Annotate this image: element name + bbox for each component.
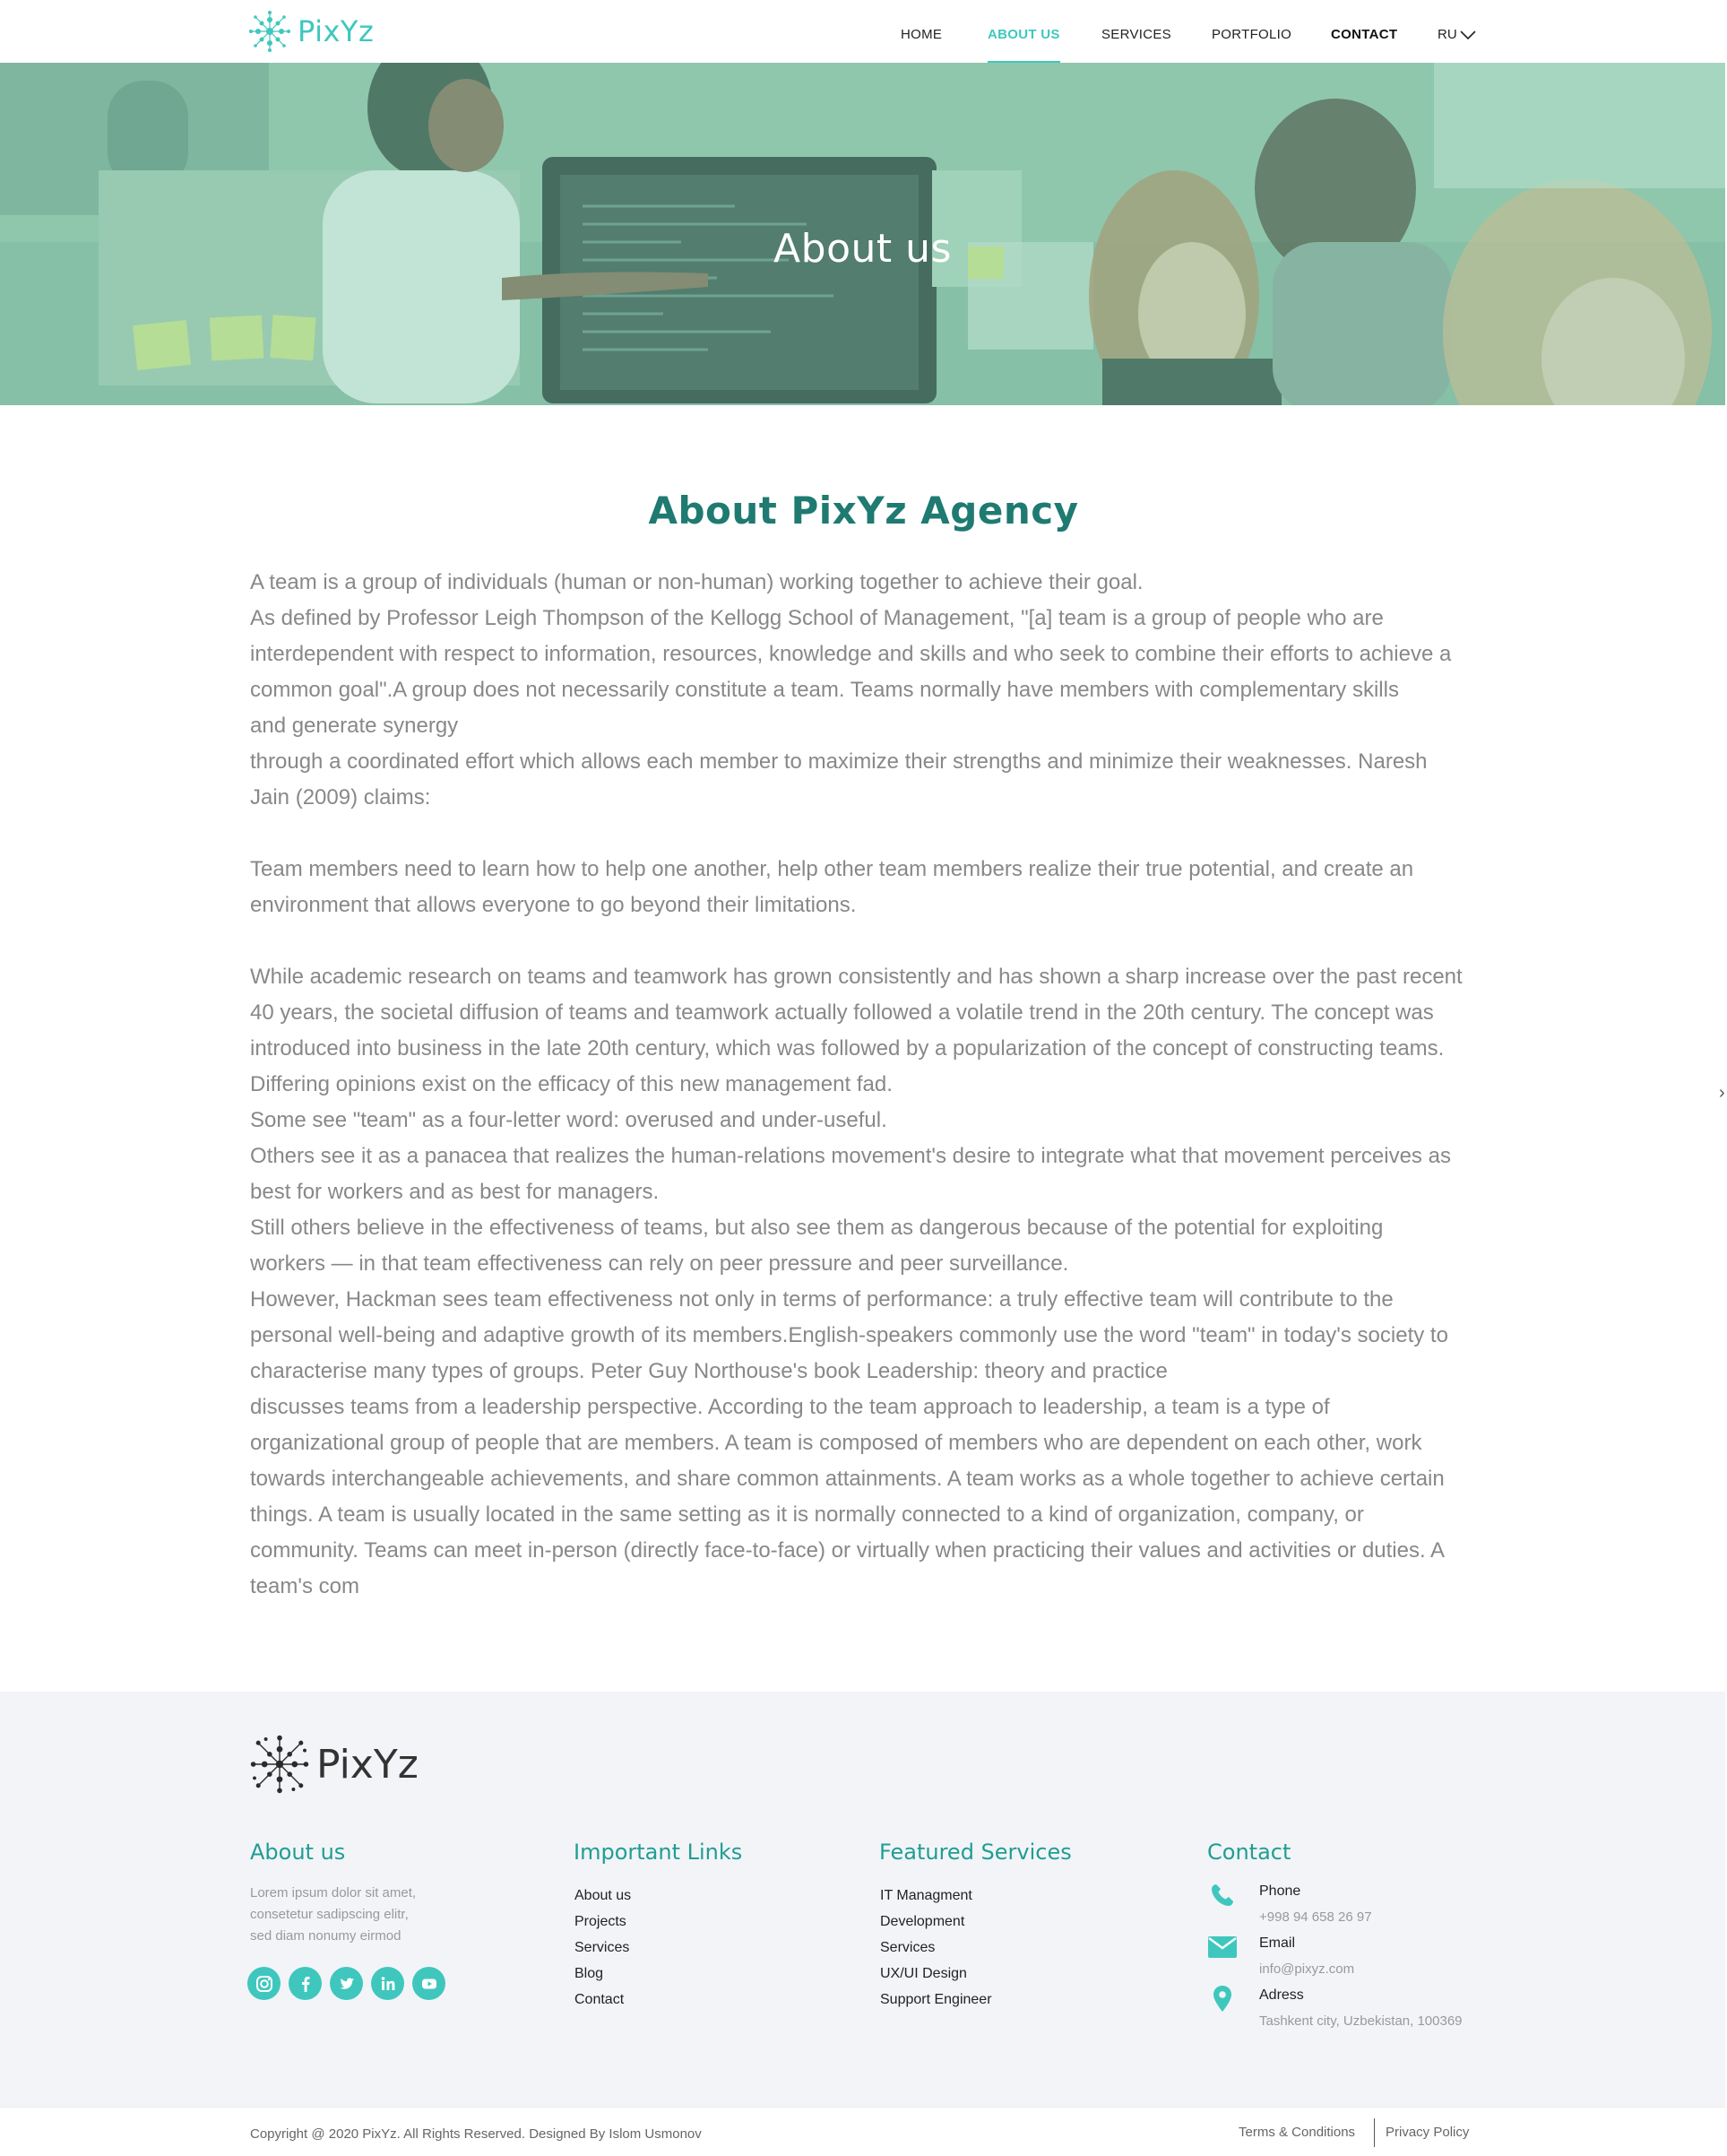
article-line: Still others believe in the effectivenes…: [250, 1216, 1384, 1240]
facebook-icon[interactable]: [289, 1967, 322, 2000]
article-line: introduced into business in the late 20t…: [250, 1036, 1445, 1061]
contact-address-value: Tashkent city, Uzbekistan, 100369: [1259, 2013, 1463, 2029]
footer-services-list: IT Managment Development Services UX/UI …: [880, 1883, 992, 2013]
footer-service-ux-ui-design[interactable]: UX/UI Design: [880, 1961, 992, 1987]
footer-about-title: About us: [250, 1840, 346, 1865]
nav-portfolio[interactable]: PORTFOLIO: [1212, 27, 1291, 42]
article-line: common goal".A group does not necessaril…: [250, 678, 1399, 702]
article-line: towards interchangeable achievements, an…: [250, 1467, 1445, 1491]
footer-link-contact[interactable]: Contact: [574, 1987, 631, 2013]
location-pin-icon: [1207, 1984, 1238, 2014]
youtube-icon[interactable]: [412, 1967, 445, 2000]
article-line: personal well-being and adaptive growth …: [250, 1323, 1448, 1347]
footer-logo-mark-icon: [250, 1735, 309, 1794]
article-line: workers — in that team effectiveness can…: [250, 1251, 1069, 1276]
mail-icon: [1207, 1932, 1238, 1962]
site-header: PixYz HOME ABOUT US SERVICES PORTFOLIO C…: [0, 0, 1727, 63]
article-blank-line: [250, 923, 1478, 959]
article-line: environment that allows everyone to go b…: [250, 893, 857, 917]
page-title: About PixYz Agency: [648, 489, 1079, 533]
footer-about-line: consetetur sadipscing elitr,: [250, 1907, 409, 1922]
hero-banner: About us: [0, 63, 1725, 405]
article-line: discusses teams from a leadership perspe…: [250, 1395, 1330, 1419]
logo-mark-icon: [249, 11, 290, 52]
contact-email: Email info@pixyz.com: [1207, 1932, 1354, 1977]
article-line: Differing opinions exist on the efficacy…: [250, 1072, 893, 1096]
footer-service-support-engineer[interactable]: Support Engineer: [880, 1987, 992, 2013]
article-line: interdependent with respect to informati…: [250, 642, 1452, 666]
footer-link-blog[interactable]: Blog: [574, 1961, 631, 1987]
privacy-link[interactable]: Privacy Policy: [1386, 2125, 1469, 2140]
contact-phone: Phone +998 94 658 26 97: [1207, 1880, 1372, 1925]
footer-links-list: About us Projects Services Blog Contact: [574, 1883, 631, 2013]
article-line: Team members need to learn how to help o…: [250, 857, 1414, 881]
nav-home[interactable]: HOME: [901, 27, 942, 42]
chevron-down-icon: [1460, 30, 1476, 39]
linkedin-icon[interactable]: [371, 1967, 404, 2000]
logo[interactable]: PixYz: [247, 9, 374, 54]
nav-contact[interactable]: CONTACT: [1331, 27, 1397, 42]
hero-title: About us: [773, 226, 952, 272]
contact-address-label: Adress: [1259, 1987, 1304, 2003]
footer-service-development[interactable]: Development: [880, 1909, 992, 1935]
terms-link[interactable]: Terms & Conditions: [1239, 2125, 1355, 2140]
nav-services[interactable]: SERVICES: [1101, 27, 1171, 42]
language-selector[interactable]: RU: [1438, 27, 1476, 42]
article-line: While academic research on teams and tea…: [250, 965, 1463, 989]
instagram-icon[interactable]: [247, 1967, 281, 2000]
article-line: characterise many types of groups. Peter…: [250, 1359, 1168, 1383]
contact-phone-value[interactable]: +998 94 658 26 97: [1259, 1909, 1372, 1925]
footer-logo[interactable]: PixYz: [248, 1732, 419, 1797]
article-line: best for workers and as best for manager…: [250, 1180, 660, 1204]
contact-phone-label: Phone: [1259, 1883, 1301, 1899]
article-line: Jain (2009) claims:: [250, 785, 431, 810]
copyright-text: Copyright @ 2020 PixYz. All Rights Reser…: [250, 2126, 702, 2142]
footer-contact-title: Contact: [1207, 1840, 1291, 1865]
contact-email-label: Email: [1259, 1935, 1296, 1951]
footer-services-title: Featured Services: [879, 1840, 1072, 1865]
contact-email-value[interactable]: info@pixyz.com: [1259, 1961, 1354, 1977]
footer-service-services[interactable]: Services: [880, 1935, 992, 1961]
article-line: team's com: [250, 1574, 359, 1598]
footer-link-projects[interactable]: Projects: [574, 1909, 631, 1935]
footer-about-text: Lorem ipsum dolor sit amet, consetetur s…: [250, 1883, 416, 1947]
footer-logo-text: PixYz: [316, 1741, 419, 1788]
footer-service-it-management[interactable]: IT Managment: [880, 1883, 992, 1909]
article-line: organizational group of people that are …: [250, 1431, 1422, 1455]
footer-link-services[interactable]: Services: [574, 1935, 631, 1961]
article-line: As defined by Professor Leigh Thompson o…: [250, 606, 1384, 630]
logo-text: PixYz: [298, 14, 375, 48]
article-line: Others see it as a panacea that realizes…: [250, 1144, 1451, 1168]
article-line: However, Hackman sees team effectiveness…: [250, 1287, 1394, 1312]
article-blank-line: [250, 816, 1478, 852]
article-line: A team is a group of individuals (human …: [250, 570, 1144, 594]
footer-about-line: sed diam nonumy eirmod: [250, 1928, 402, 1944]
social-links: [247, 1967, 445, 2000]
article-body: A team is a group of individuals (human …: [250, 565, 1478, 1605]
language-label: RU: [1438, 27, 1457, 42]
article-line: Some see "team" as a four-letter word: o…: [250, 1108, 887, 1132]
phone-icon: [1207, 1880, 1238, 1910]
article-line: through a coordinated effort which allow…: [250, 749, 1428, 774]
footer-about-line: Lorem ipsum dolor sit amet,: [250, 1885, 417, 1901]
legal-divider: [1374, 2118, 1375, 2147]
article-line: things. A team is usually located in the…: [250, 1502, 1364, 1527]
nav-about-us[interactable]: ABOUT US: [988, 27, 1060, 63]
twitter-icon[interactable]: [330, 1967, 363, 2000]
site-footer: PixYz About us Lorem ipsum dolor sit ame…: [0, 1692, 1725, 2107]
article-line: and generate synergy: [250, 714, 459, 738]
footer-link-about-us[interactable]: About us: [574, 1883, 631, 1909]
article-line: community. Teams can meet in-person (dir…: [250, 1538, 1446, 1563]
article-line: 40 years, the societal diffusion of team…: [250, 1000, 1434, 1025]
contact-address: Adress Tashkent city, Uzbekistan, 100369: [1207, 1984, 1463, 2029]
scroll-indicator: ›: [1719, 1083, 1725, 1103]
footer-links-title: Important Links: [574, 1840, 743, 1865]
bottom-bar: Copyright @ 2020 PixYz. All Rights Reser…: [0, 2107, 1725, 2156]
